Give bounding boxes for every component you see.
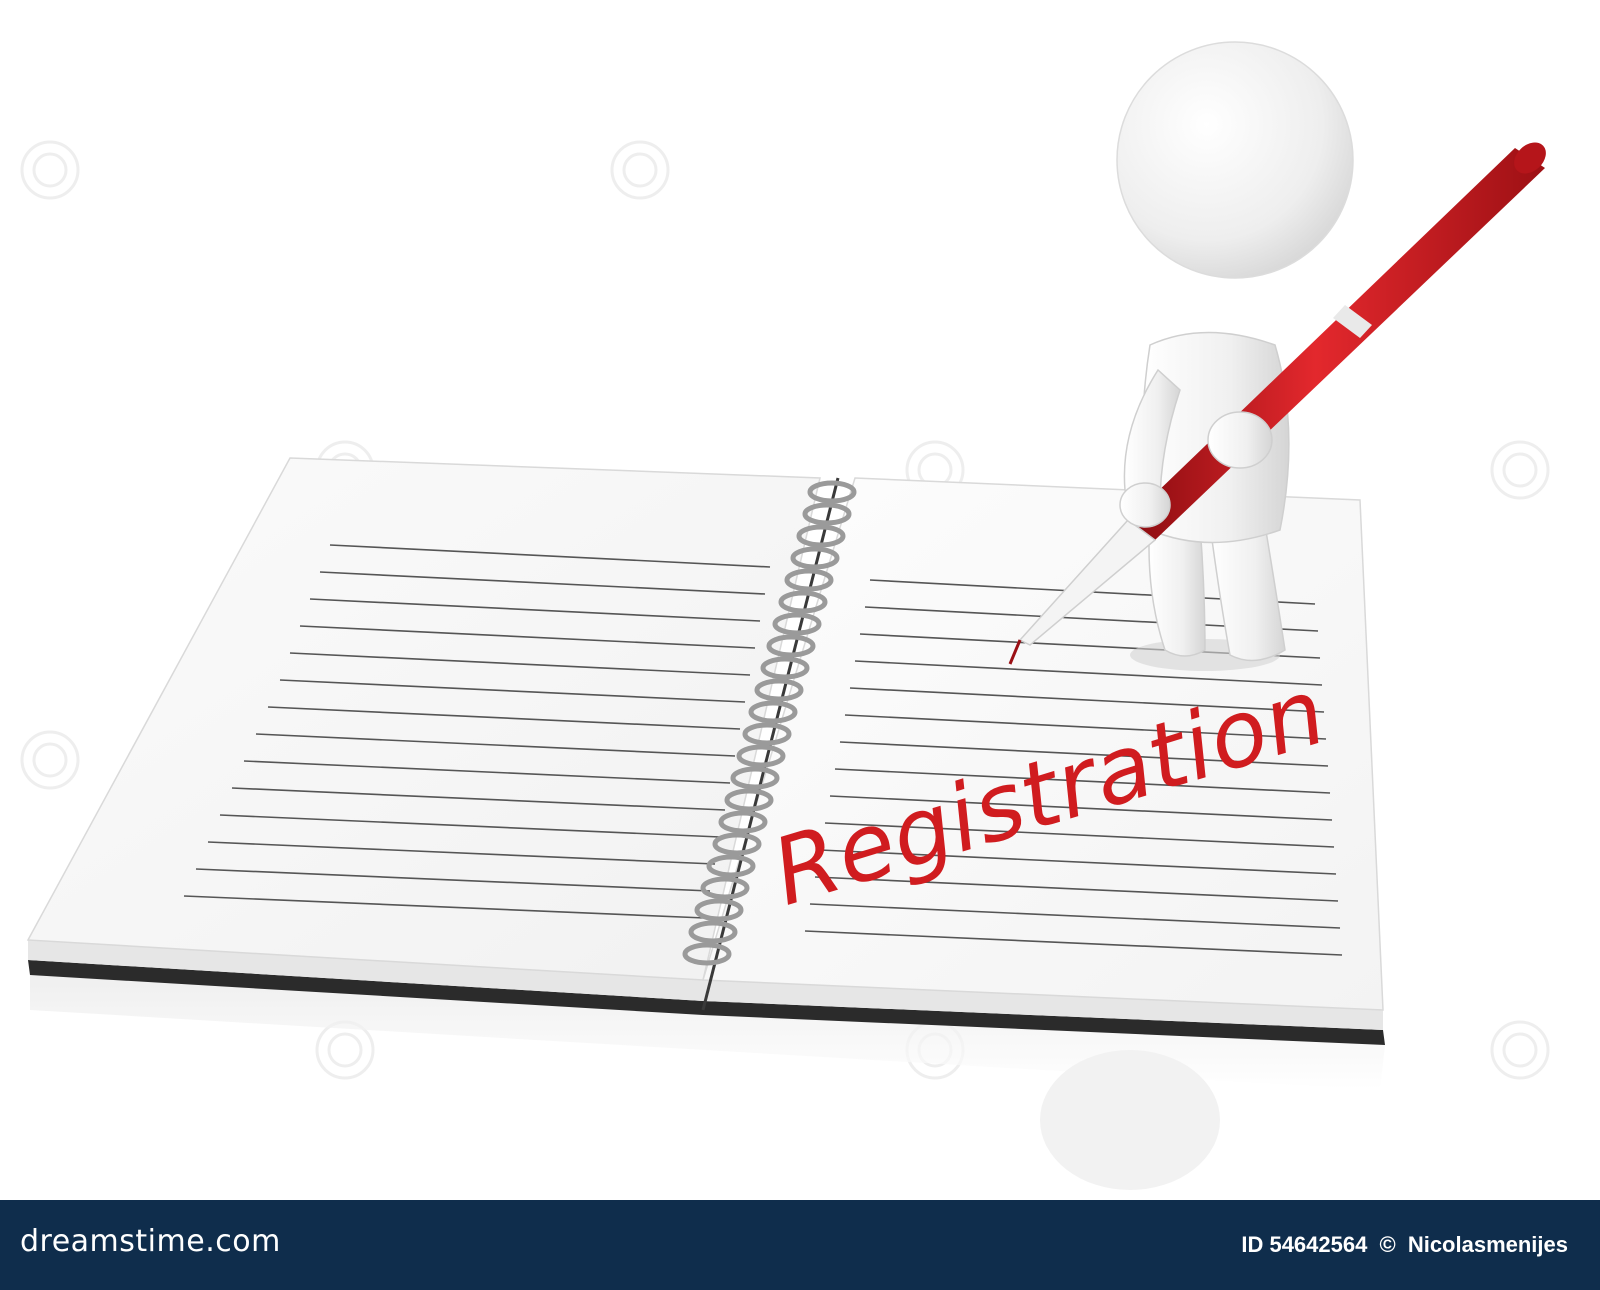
notebook-left-page [26, 457, 821, 981]
brand-logo-text: dreamstime.com [20, 1224, 281, 1259]
image-credit: ID 54642564 © Nicolasmenijes [1241, 1232, 1568, 1258]
stock-footer-bar: dreamstime.com ID 54642564 © Nicolasmeni… [0, 1200, 1600, 1290]
illustration [20, 41, 1550, 1190]
figure-right-hand [1207, 411, 1273, 469]
stock-image: Registration dreamstime.com ID 54642564 … [0, 0, 1600, 1290]
figure-left-hand [1119, 482, 1171, 528]
figure-head [1116, 41, 1354, 279]
figure-reflection [1040, 1050, 1220, 1190]
copyright-icon: © [1379, 1232, 1396, 1257]
image-id: ID 54642564 [1241, 1232, 1368, 1257]
author-name: Nicolasmenijes [1407, 1232, 1568, 1257]
